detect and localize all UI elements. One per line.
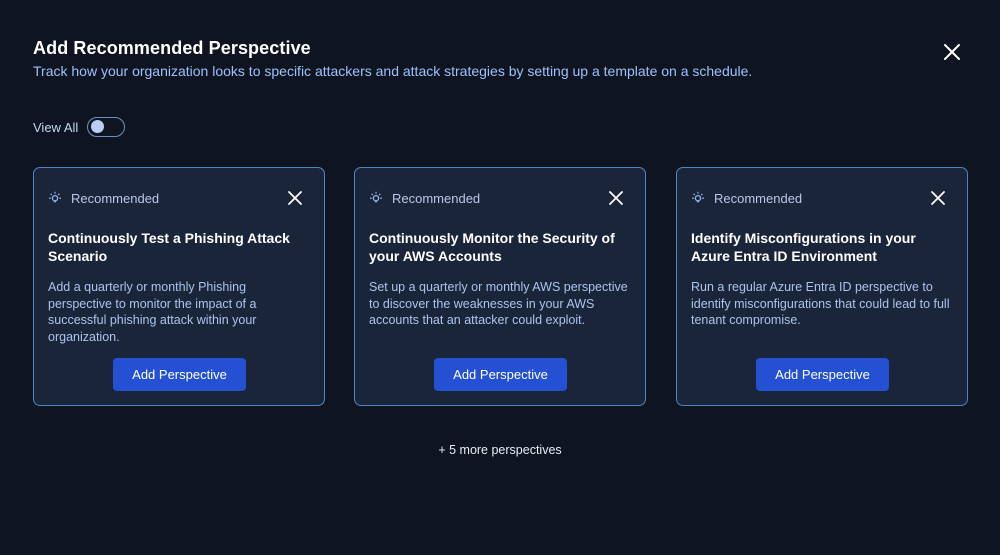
recommended-tag: Recommended bbox=[369, 190, 480, 206]
perspective-card-aws: Recommended Continuously Monitor the Sec… bbox=[354, 167, 646, 406]
card-title: Continuously Monitor the Security of you… bbox=[369, 230, 615, 264]
recommended-label: Recommended bbox=[71, 190, 160, 206]
view-all-toggle[interactable] bbox=[87, 117, 126, 137]
toggle-knob bbox=[91, 120, 105, 133]
view-all-label: View All bbox=[33, 119, 79, 135]
perspective-card-phishing: Recommended Continuously Test a Phishing… bbox=[33, 167, 325, 406]
modal-subtitle: Track how your organization looks to spe… bbox=[33, 63, 753, 79]
card-description: Run a regular Azure Entra ID perspective… bbox=[691, 280, 950, 328]
perspective-card-azure: Recommended Identify Misconfigurations i… bbox=[676, 167, 968, 406]
view-all-row: View All bbox=[33, 116, 126, 138]
card-description: Add a quarterly or monthly Phishing pers… bbox=[48, 280, 257, 344]
add-perspective-button[interactable]: Add Perspective bbox=[113, 358, 246, 391]
lightbulb-icon bbox=[692, 191, 704, 203]
lightbulb-icon bbox=[370, 191, 382, 203]
lightbulb-icon bbox=[49, 191, 61, 203]
close-icon[interactable] bbox=[940, 40, 964, 64]
add-perspective-button[interactable]: Add Perspective bbox=[756, 358, 889, 391]
recommended-label: Recommended bbox=[392, 190, 481, 206]
add-perspective-modal: Add Recommended Perspective Track how yo… bbox=[0, 0, 1000, 555]
card-title: Identify Misconfigurations in your Azure… bbox=[691, 230, 916, 264]
dismiss-card-icon[interactable] bbox=[929, 189, 947, 207]
more-perspectives-link[interactable]: + 5 more perspectives bbox=[0, 443, 1000, 457]
recommended-tag: Recommended bbox=[48, 190, 159, 206]
recommended-tag: Recommended bbox=[691, 190, 802, 206]
dismiss-card-icon[interactable] bbox=[607, 189, 625, 207]
modal-title: Add Recommended Perspective bbox=[33, 38, 311, 58]
recommended-label: Recommended bbox=[714, 190, 803, 206]
card-description: Set up a quarterly or monthly AWS perspe… bbox=[369, 280, 628, 328]
add-perspective-button[interactable]: Add Perspective bbox=[434, 358, 567, 391]
dismiss-card-icon[interactable] bbox=[286, 189, 304, 207]
card-title: Continuously Test a Phishing Attack Scen… bbox=[48, 230, 290, 264]
